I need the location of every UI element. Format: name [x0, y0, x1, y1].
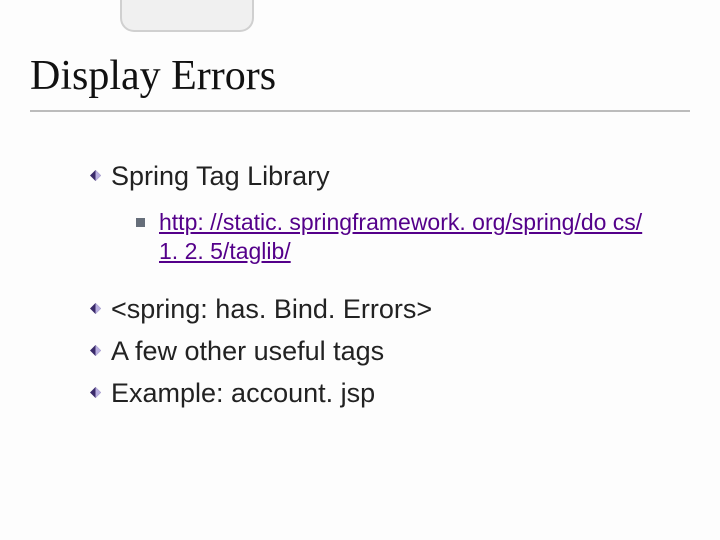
bullet-2-text: <spring: has. Bind. Errors>: [111, 293, 432, 327]
title-area: Display Errors: [30, 52, 690, 112]
title-underline: [30, 110, 690, 112]
bullet-4: Example: account. jsp: [90, 377, 680, 411]
bullet-3: A few other useful tags: [90, 335, 680, 369]
bullet-3-text: A few other useful tags: [111, 335, 384, 369]
bullet-1-text: Spring Tag Library: [111, 160, 330, 194]
diamond-bullet-icon: [90, 387, 101, 398]
diamond-bullet-icon: [90, 170, 101, 181]
sub-bullet-1: http: //static. springframework. org/spr…: [136, 208, 680, 266]
slide: Display Errors Spring Tag Library http: …: [0, 0, 720, 540]
bullet-2: <spring: has. Bind. Errors>: [90, 293, 680, 327]
bullet-4-text: Example: account. jsp: [111, 377, 375, 411]
link-taglib-docs[interactable]: http: //static. springframework. org/spr…: [159, 209, 642, 264]
diamond-bullet-icon: [90, 345, 101, 356]
square-bullet-icon: [136, 218, 145, 227]
diamond-bullet-icon: [90, 303, 101, 314]
slide-body: Spring Tag Library http: //static. sprin…: [90, 160, 680, 419]
slide-title: Display Errors: [30, 52, 690, 100]
bullet-1: Spring Tag Library: [90, 160, 680, 194]
decorative-tab: [120, 0, 254, 32]
